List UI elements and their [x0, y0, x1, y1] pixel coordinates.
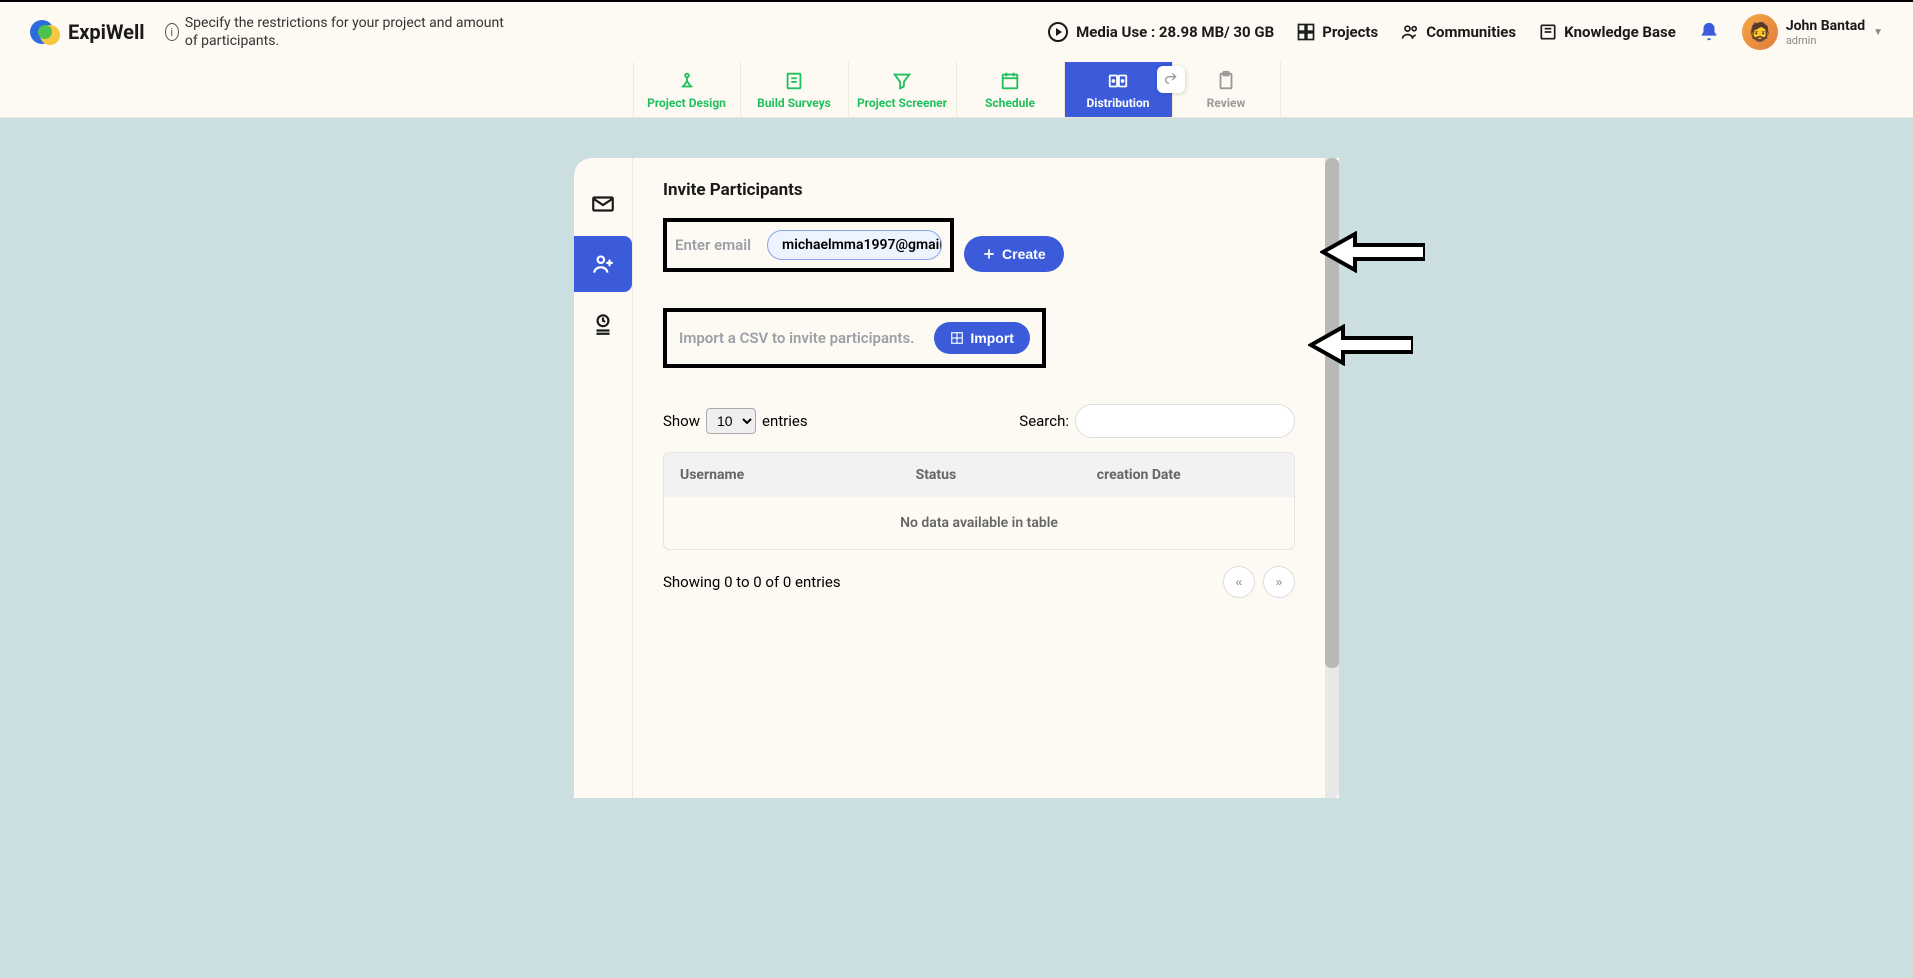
- tab-label: Distribution: [1087, 96, 1150, 110]
- play-icon: [1048, 22, 1068, 42]
- tab-label: Project Screener: [857, 96, 947, 110]
- chevron-down-icon: ▼: [1873, 27, 1883, 38]
- nav-knowledge-base[interactable]: Knowledge Base: [1538, 22, 1676, 42]
- logo[interactable]: ExpiWell: [30, 17, 145, 47]
- media-use-text: Media Use : 28.98 MB/ 30 GB: [1076, 23, 1274, 41]
- search-label: Search:: [1019, 412, 1069, 430]
- search-wrap: Search:: [1019, 404, 1295, 438]
- participants-table: Username Status creation Date No data av…: [663, 452, 1295, 550]
- bell-icon[interactable]: [1698, 21, 1720, 43]
- nav-projects-label: Projects: [1322, 23, 1378, 41]
- sidebar-item-invite[interactable]: [574, 236, 632, 292]
- tab-project-design[interactable]: Project Design: [633, 62, 741, 117]
- tab-label: Schedule: [985, 96, 1035, 110]
- col-status[interactable]: Status: [916, 467, 1097, 483]
- grid-icon: [1296, 22, 1316, 42]
- redo-icon: [1163, 70, 1179, 86]
- entries-select[interactable]: 10: [706, 408, 756, 434]
- pagination: « »: [1223, 566, 1295, 598]
- clock-history-icon: [590, 311, 616, 337]
- show-entries: Show 10 entries: [663, 408, 808, 434]
- tab-label: Review: [1207, 96, 1246, 110]
- user-role: admin: [1786, 34, 1865, 47]
- showing-text: Showing 0 to 0 of 0 entries: [663, 573, 841, 591]
- table-header: Username Status creation Date: [664, 453, 1294, 497]
- tip-text: Specify the restrictions for your projec…: [185, 14, 505, 50]
- import-label: Import: [970, 330, 1014, 346]
- media-use: Media Use : 28.98 MB/ 30 GB: [1048, 22, 1274, 42]
- envelope-icon: [590, 191, 616, 217]
- add-user-icon: [590, 251, 616, 277]
- tab-build-surveys[interactable]: Build Surveys: [741, 62, 849, 117]
- create-label: Create: [1002, 246, 1046, 262]
- page-title: Invite Participants: [663, 180, 1295, 200]
- import-text: Import a CSV to invite participants.: [679, 329, 914, 347]
- info-icon: i: [165, 23, 179, 41]
- tab-label: Project Design: [647, 96, 726, 110]
- side-nav: [574, 158, 632, 798]
- nav-kb-label: Knowledge Base: [1564, 23, 1676, 41]
- content-area: Invite Participants Enter email michaelm…: [632, 158, 1325, 798]
- email-input-box: Enter email michaelmma1997@gmail.c: [663, 218, 954, 272]
- tip-banner: i Specify the restrictions for your proj…: [165, 14, 505, 50]
- entries-label: entries: [762, 412, 808, 430]
- plus-icon: [982, 247, 996, 261]
- nav-communities-label: Communities: [1426, 23, 1516, 41]
- redo-chip[interactable]: [1157, 66, 1185, 93]
- top-bar: ExpiWell i Specify the restrictions for …: [0, 0, 1913, 62]
- main-panel: Invite Participants Enter email michaelm…: [574, 158, 1339, 798]
- empty-state: No data available in table: [664, 497, 1294, 549]
- pager-next[interactable]: »: [1263, 566, 1295, 598]
- enter-email-label: Enter email: [675, 236, 751, 254]
- tab-review[interactable]: Review: [1173, 62, 1281, 117]
- create-button[interactable]: Create: [964, 236, 1064, 272]
- logo-icon: [30, 17, 60, 47]
- sidebar-item-history[interactable]: [574, 296, 632, 352]
- email-chip[interactable]: michaelmma1997@gmail.c: [767, 230, 942, 260]
- annotation-arrow-icon: [1320, 231, 1425, 277]
- user-menu[interactable]: 🧔 John Bantad admin ▼: [1742, 14, 1883, 50]
- people-icon: [1400, 22, 1420, 42]
- user-name: John Bantad: [1786, 18, 1865, 34]
- annotation-arrow-icon: [1308, 324, 1413, 370]
- brand-name: ExpiWell: [68, 20, 145, 44]
- tab-project-screener[interactable]: Project Screener: [849, 62, 957, 117]
- pager-prev[interactable]: «: [1223, 566, 1255, 598]
- import-button[interactable]: Import: [934, 322, 1030, 354]
- book-icon: [1538, 22, 1558, 42]
- col-username[interactable]: Username: [680, 467, 916, 483]
- table-icon: [950, 331, 964, 345]
- sidebar-item-mail[interactable]: [574, 176, 632, 232]
- search-input[interactable]: [1075, 404, 1295, 438]
- tab-schedule[interactable]: Schedule: [957, 62, 1065, 117]
- nav-projects[interactable]: Projects: [1296, 22, 1378, 42]
- col-creation[interactable]: creation Date: [1097, 467, 1278, 483]
- nav-communities[interactable]: Communities: [1400, 22, 1516, 42]
- tab-bar: Project Design Build Surveys Project Scr…: [0, 62, 1913, 118]
- avatar: 🧔: [1742, 14, 1778, 50]
- import-box: Import a CSV to invite participants. Imp…: [663, 308, 1046, 368]
- show-label: Show: [663, 412, 700, 430]
- tab-label: Build Surveys: [757, 96, 831, 110]
